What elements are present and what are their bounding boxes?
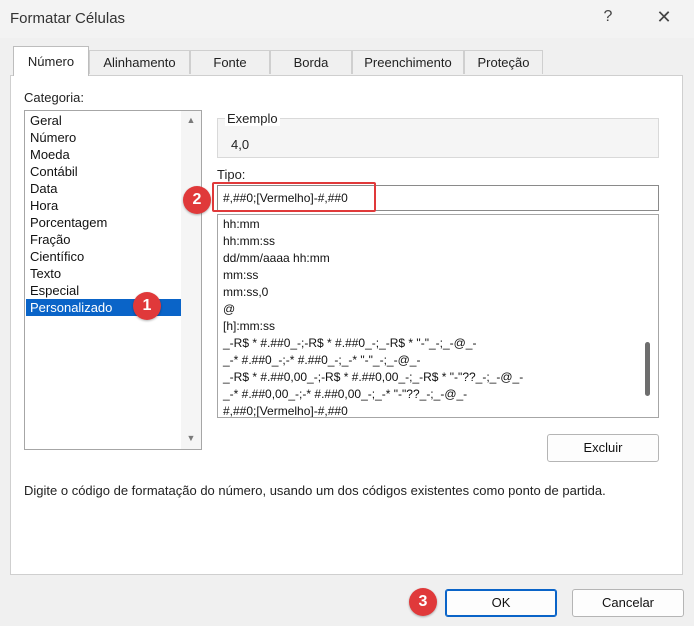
- list-item[interactable]: Fração: [29, 231, 70, 248]
- tab-borda[interactable]: Borda: [270, 50, 352, 74]
- list-item[interactable]: _-* #.##0_-;-* #.##0_-;_-* "-"_-;_-@_-: [223, 352, 420, 369]
- exemplo-label: Exemplo: [225, 111, 280, 126]
- list-item-selected[interactable]: Personalizado: [26, 299, 185, 316]
- list-item[interactable]: #,##0;[Vermelho]-#,##0: [223, 403, 348, 417]
- tab-fonte[interactable]: Fonte: [190, 50, 270, 74]
- tab-numero[interactable]: Número: [13, 46, 89, 76]
- list-item[interactable]: Geral: [29, 112, 62, 129]
- list-item[interactable]: Data: [29, 180, 57, 197]
- list-item[interactable]: Especial: [29, 282, 79, 299]
- list-item[interactable]: _-* #.##0,00_-;-* #.##0,00_-;_-* "-"??_-…: [223, 386, 467, 403]
- list-item[interactable]: Moeda: [29, 146, 70, 163]
- tab-preenchimento[interactable]: Preenchimento: [352, 50, 464, 74]
- list-item[interactable]: @: [223, 301, 235, 318]
- window-title: Formatar Células: [10, 10, 126, 27]
- list-item[interactable]: _-R$ * #.##0_-;-R$ * #.##0_-;_-R$ * "-"_…: [223, 335, 476, 352]
- callout-badge-2: 2: [183, 186, 211, 214]
- list-item[interactable]: mm:ss: [223, 267, 258, 284]
- tipo-listbox[interactable]: hh:mm hh:mm:ss dd/mm/aaaa hh:mm mm:ss mm…: [217, 214, 659, 418]
- categoria-label: Categoria:: [24, 90, 84, 105]
- tab-protecao[interactable]: Proteção: [464, 50, 543, 74]
- list-item[interactable]: Porcentagem: [29, 214, 107, 231]
- excluir-button[interactable]: Excluir: [547, 434, 659, 462]
- categoria-listbox[interactable]: Geral Número Moeda Contábil Data Hora Po…: [24, 110, 202, 450]
- list-item[interactable]: dd/mm/aaaa hh:mm: [223, 250, 330, 267]
- list-item[interactable]: [h]:mm:ss: [223, 318, 275, 335]
- hint-text: Digite o código de formatação do número,…: [24, 483, 606, 498]
- list-item[interactable]: Hora: [29, 197, 58, 214]
- tab-alinhamento[interactable]: Alinhamento: [89, 50, 190, 74]
- cancelar-button[interactable]: Cancelar: [572, 589, 684, 617]
- highlight-box: [212, 182, 376, 212]
- list-item[interactable]: Número: [29, 129, 76, 146]
- categoria-scrollbar[interactable]: ▲ ▼: [181, 111, 201, 449]
- list-item[interactable]: hh:mm: [223, 216, 260, 233]
- tipo-label: Tipo:: [217, 167, 246, 182]
- scroll-up-arrow-icon[interactable]: ▲: [181, 115, 201, 125]
- list-item[interactable]: Texto: [29, 265, 61, 282]
- list-item[interactable]: Contábil: [29, 163, 78, 180]
- close-icon[interactable]: ✕: [653, 7, 675, 28]
- callout-badge-1: 1: [133, 292, 161, 320]
- list-item[interactable]: _-R$ * #.##0,00_-;-R$ * #.##0,00_-;_-R$ …: [223, 369, 523, 386]
- scroll-down-arrow-icon[interactable]: ▼: [181, 433, 201, 443]
- help-icon[interactable]: ?: [598, 8, 618, 26]
- list-item[interactable]: Científico: [29, 248, 84, 265]
- exemplo-group: [217, 118, 659, 158]
- list-item[interactable]: mm:ss,0: [223, 284, 268, 301]
- ok-button[interactable]: OK: [445, 589, 557, 617]
- tipo-scrollbar-thumb[interactable]: [645, 342, 650, 396]
- callout-badge-3: 3: [409, 588, 437, 616]
- exemplo-value: 4,0: [231, 137, 250, 152]
- list-item[interactable]: hh:mm:ss: [223, 233, 275, 250]
